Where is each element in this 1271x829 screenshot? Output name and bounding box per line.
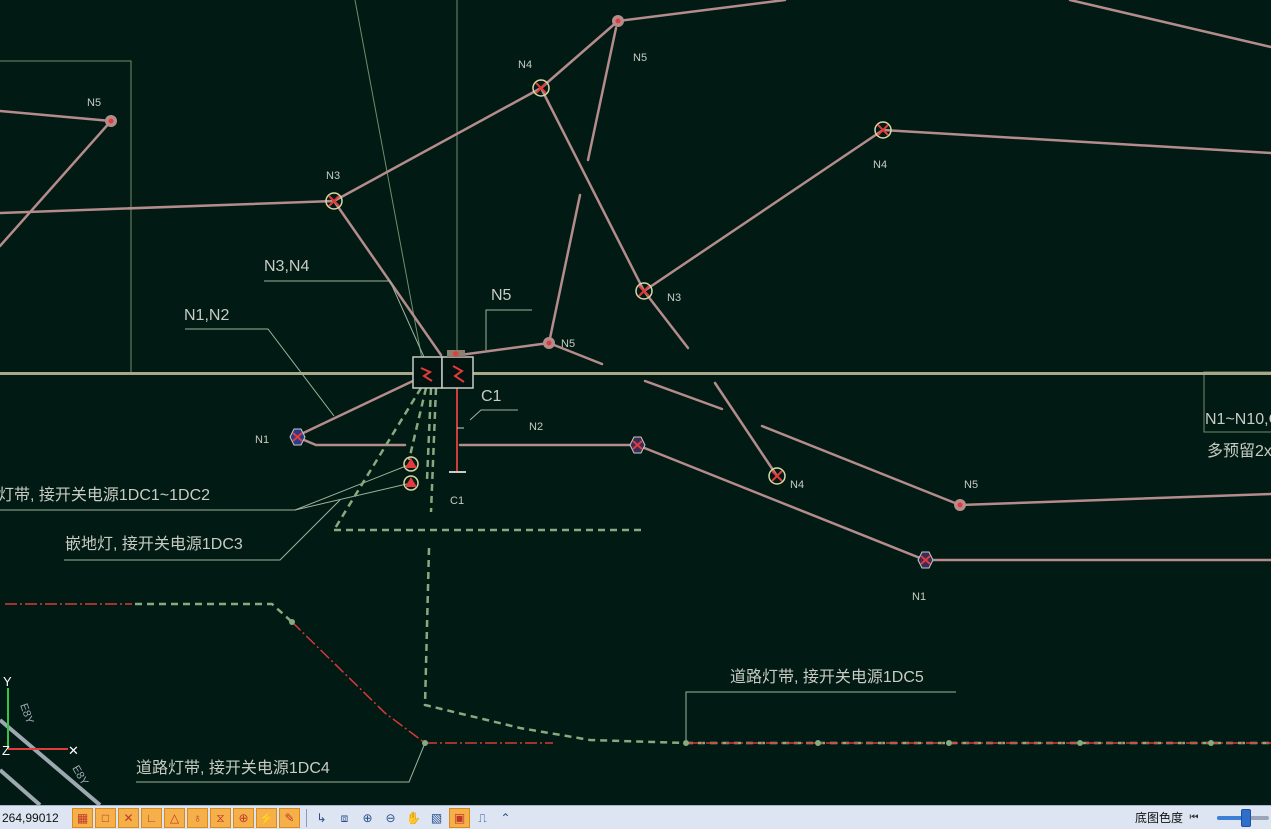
polar-button[interactable]: ∟	[141, 807, 162, 828]
label-n5-top: N5	[633, 52, 647, 64]
annotation-c1: C1	[481, 388, 502, 405]
floor-light-2	[403, 475, 419, 491]
status-bar: 264,99012 ▦ □ ✕ ∟ △ ♁ ⧖ ⊕ ⚡ ✎ ↳ ⧈ ⊕ ⊖ ✋ ▧ ▣ ⎍ ⌃ 底图色度 ⏮	[0, 805, 1271, 829]
label-n2-mid: N2	[529, 421, 543, 433]
annotation-n3n4: N3,N4	[264, 258, 309, 275]
background-tone-slider[interactable]	[1217, 808, 1269, 827]
viewport-button[interactable]: ▣	[449, 807, 470, 828]
background-tone-control: 底图色度 ⏮	[1135, 807, 1271, 829]
annotation-n5: N5	[491, 287, 512, 304]
annotation-right-1: N1~N10,C	[1205, 411, 1271, 428]
label-n5-topleft: N5	[87, 97, 101, 109]
ucs-icon: Y Z ✕	[2, 674, 79, 758]
background-tone-label: 底图色度	[1134, 811, 1183, 825]
label-c1-bottom: C1	[450, 495, 464, 507]
lamp-n4-lower	[768, 467, 786, 485]
annotation-floor-light: 嵌地灯, 接开关电源1DC3	[65, 535, 243, 553]
view-tools: ↳ ⧈ ⊕ ⊖ ✋ ▧ ▣ ⎍ ⌃	[311, 807, 518, 829]
label-n3-center: N3	[667, 292, 681, 304]
slider-thumb[interactable]	[1240, 808, 1251, 827]
cad-drawing-canvas[interactable]: ✱ N5 N4 N5 N3 N4 N3 N5 N1 N2 C1 N4 N5 N1…	[0, 0, 1271, 805]
annotations: N3,N4 N1,N2 N5 C1 N1~N10,C 多预留2xF 灯带, 接开…	[0, 258, 1271, 777]
coordinate-readout: 264,99012	[2, 810, 59, 825]
rewind-icon[interactable]: ⏮	[1187, 811, 1201, 825]
leader-lines	[0, 280, 956, 783]
lamp-n5-topleft	[105, 115, 117, 127]
ucs-z-label: Z	[2, 743, 10, 758]
drafting-toggles: ▦ □ ✕ ∟ △ ♁ ⧖ ⊕ ⚡ ✎	[72, 807, 302, 829]
label-gray-cable: E8Y	[17, 702, 36, 726]
osnap-button[interactable]: △	[164, 807, 185, 828]
distribution-box[interactable]: ✱	[412, 349, 474, 389]
lineweight-button[interactable]: ⊕	[233, 807, 254, 828]
lighting-strip-lines	[5, 603, 1271, 744]
label-n1-left: N1	[255, 434, 269, 446]
label-n4-right: N4	[873, 159, 887, 171]
svg-text:✱: ✱	[452, 349, 460, 359]
lamp-n5-lower	[954, 499, 966, 511]
annotation-n1n2: N1,N2	[184, 307, 229, 324]
ortho-button[interactable]: ✕	[118, 807, 139, 828]
ucs-button[interactable]: ↳	[311, 808, 332, 828]
lamp-n5-center	[543, 337, 555, 349]
pan-button[interactable]: ✋	[403, 808, 424, 828]
label-n3-left: N3	[326, 170, 340, 182]
c1-branch	[449, 385, 466, 473]
label-n1-lower: N1	[912, 591, 926, 603]
annotation-road-strip-4: 道路灯带, 接开关电源1DC4	[136, 759, 330, 777]
ucs-y-label: Y	[3, 674, 12, 689]
ucs-x-label: ✕	[68, 743, 79, 758]
label-n4-top: N4	[518, 59, 532, 71]
zoom-in-button[interactable]: ⊕	[357, 808, 378, 828]
label-gray-cable-2: E8Y	[69, 764, 90, 789]
zoom-out-button[interactable]: ⊖	[380, 808, 401, 828]
transparency-button[interactable]: ⚡	[256, 807, 277, 828]
label-n5-lower: N5	[964, 479, 978, 491]
gray-cable	[0, 718, 102, 805]
lamp-n4-top	[532, 79, 550, 97]
step-button[interactable]: ⎍	[472, 808, 493, 828]
label-n5-center: N5	[561, 338, 575, 350]
more-button[interactable]: ⌃	[495, 808, 516, 828]
annotation-right-2: 多预留2xF	[1207, 442, 1271, 460]
zoom-extents-button[interactable]: ⧈	[334, 808, 355, 828]
dynamic-button[interactable]: ⧖	[210, 807, 231, 828]
snap-button[interactable]: □	[95, 807, 116, 828]
lamp-n5-top	[612, 15, 624, 27]
label-n4-lower: N4	[790, 479, 804, 491]
layer-button[interactable]: ▧	[426, 808, 447, 828]
grid-button[interactable]: ▦	[72, 807, 93, 828]
floor-light-1	[403, 456, 419, 472]
lamp-n1-left	[289, 428, 306, 446]
separator	[306, 808, 307, 827]
lamp-n3-center	[635, 282, 653, 300]
node-symbols[interactable]	[105, 15, 966, 569]
annotation-led-strip: 灯带, 接开关电源1DC1~1DC2	[0, 486, 210, 504]
lamp-n1-lower	[917, 551, 934, 569]
selection-button[interactable]: ✎	[279, 807, 300, 828]
otrack-button[interactable]: ♁	[187, 807, 208, 828]
frame-lines	[0, 0, 1271, 433]
circuit-wires	[0, 0, 1271, 562]
lamp-n2-mid	[629, 436, 646, 454]
annotation-road-strip-5: 道路灯带, 接开关电源1DC5	[730, 668, 924, 686]
